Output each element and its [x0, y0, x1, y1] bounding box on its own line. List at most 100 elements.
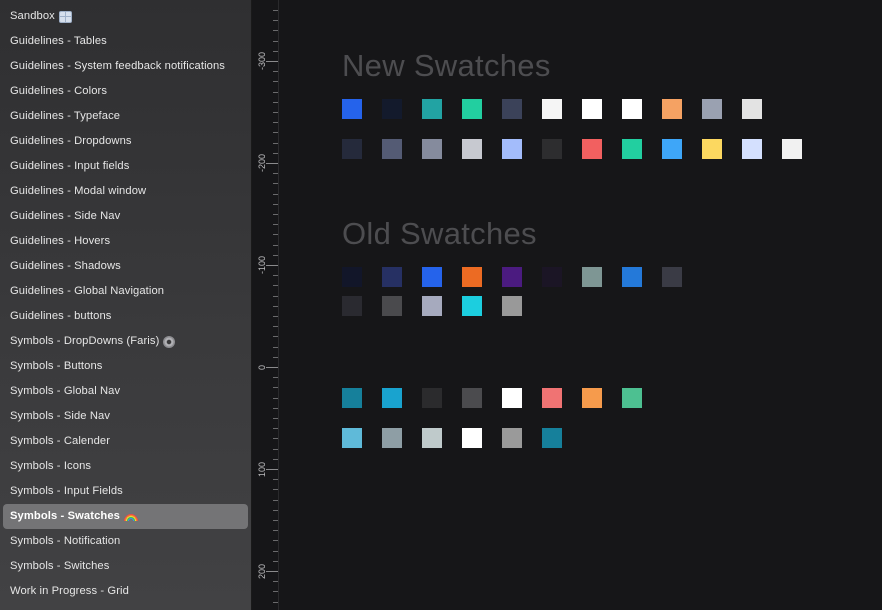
page-item[interactable]: Guidelines - Colors: [3, 79, 248, 104]
extra-swatch[interactable]: [342, 428, 362, 448]
page-item[interactable]: Guidelines - Hovers: [3, 229, 248, 254]
ruler-tick: [273, 20, 278, 22]
new-swatch[interactable]: [622, 139, 642, 159]
page-item[interactable]: Symbols - DropDowns (Faris): [3, 329, 248, 354]
old-swatch[interactable]: [342, 267, 362, 287]
extra-swatch[interactable]: [622, 388, 642, 408]
ruler-tick: [273, 581, 278, 583]
page-item[interactable]: Symbols - Switches: [3, 554, 248, 579]
old-swatches-row-2: [342, 296, 522, 316]
page-item[interactable]: Guidelines - Side Nav: [3, 204, 248, 229]
page-item[interactable]: Symbols - Input Fields: [3, 479, 248, 504]
page-item[interactable]: Guidelines - Typeface: [3, 104, 248, 129]
page-item[interactable]: Symbols - Swatches: [3, 504, 248, 529]
extra-swatch[interactable]: [422, 428, 442, 448]
page-item[interactable]: Symbols - Notification: [3, 529, 248, 554]
new-swatch[interactable]: [742, 139, 762, 159]
new-swatch[interactable]: [342, 139, 362, 159]
old-swatch[interactable]: [462, 267, 482, 287]
page-item[interactable]: Guidelines - Tables: [3, 29, 248, 54]
new-swatch[interactable]: [622, 99, 642, 119]
new-swatch[interactable]: [342, 99, 362, 119]
ruler-label: -200: [257, 153, 267, 172]
new-swatch[interactable]: [462, 139, 482, 159]
old-swatch[interactable]: [622, 267, 642, 287]
new-swatch[interactable]: [782, 139, 802, 159]
old-swatch[interactable]: [382, 267, 402, 287]
old-swatch[interactable]: [502, 267, 522, 287]
extra-swatch[interactable]: [542, 388, 562, 408]
old-swatch[interactable]: [342, 296, 362, 316]
page-item[interactable]: Guidelines - Global Navigation: [3, 279, 248, 304]
pages-sidebar: Sandbox Guidelines - Tables Guidelines - S…: [0, 0, 252, 610]
page-item-label: Symbols - Calender: [10, 435, 111, 447]
extra-swatch[interactable]: [462, 428, 482, 448]
extra-swatch[interactable]: [422, 388, 442, 408]
old-swatch[interactable]: [382, 296, 402, 316]
extra-swatch[interactable]: [582, 388, 602, 408]
extra-swatch[interactable]: [382, 428, 402, 448]
new-swatch[interactable]: [702, 99, 722, 119]
page-item[interactable]: Symbols - Global Nav: [3, 379, 248, 404]
ruler-tick: [273, 254, 278, 256]
extra-swatch[interactable]: [502, 428, 522, 448]
artboard-canvas[interactable]: New Swatches Old Swatches: [280, 0, 882, 610]
ruler-tick: [273, 305, 278, 307]
ruler-label: -100: [257, 255, 267, 274]
new-swatch[interactable]: [582, 99, 602, 119]
page-item[interactable]: Symbols - Buttons: [3, 354, 248, 379]
new-swatch[interactable]: [582, 139, 602, 159]
page-item[interactable]: Symbols - Side Nav: [3, 404, 248, 429]
old-swatch[interactable]: [422, 267, 442, 287]
ruler-tick: [266, 571, 278, 572]
page-item[interactable]: Guidelines - Input fields: [3, 154, 248, 179]
page-item-label: Work in Progress - Grid: [10, 585, 129, 597]
new-swatch[interactable]: [542, 139, 562, 159]
ruler-tick: [273, 50, 278, 52]
ruler-tick: [273, 489, 278, 491]
extra-swatches-row-2: [342, 428, 562, 448]
new-swatch[interactable]: [422, 99, 442, 119]
old-swatch[interactable]: [582, 267, 602, 287]
new-swatch[interactable]: [462, 99, 482, 119]
ruler-tick: [273, 193, 278, 195]
extra-swatch[interactable]: [382, 388, 402, 408]
new-swatch[interactable]: [382, 139, 402, 159]
old-swatch[interactable]: [422, 296, 442, 316]
page-item[interactable]: Work in Progress - Grid: [3, 579, 248, 604]
new-swatch[interactable]: [662, 99, 682, 119]
vertical-ruler[interactable]: -300 -200 -100 0 100 200: [252, 0, 279, 610]
ruler-tick: [273, 479, 278, 481]
new-swatch[interactable]: [502, 139, 522, 159]
new-swatch[interactable]: [542, 99, 562, 119]
new-swatch[interactable]: [382, 99, 402, 119]
old-swatch[interactable]: [462, 296, 482, 316]
page-item-label: Guidelines - Input fields: [10, 160, 130, 172]
page-item[interactable]: Guidelines - Shadows: [3, 254, 248, 279]
page-item-label: Symbols - Global Nav: [10, 385, 121, 397]
old-swatch[interactable]: [542, 267, 562, 287]
page-item-label: Symbols - Swatches: [10, 510, 120, 522]
ruler-tick: [273, 499, 278, 501]
page-item[interactable]: Guidelines - Dropdowns: [3, 129, 248, 154]
new-swatch[interactable]: [702, 139, 722, 159]
page-item[interactable]: Symbols - Calender: [3, 429, 248, 454]
new-swatch[interactable]: [422, 139, 442, 159]
page-item[interactable]: Symbols - Icons: [3, 454, 248, 479]
old-swatch[interactable]: [502, 296, 522, 316]
ruler-tick: [273, 91, 278, 93]
page-item[interactable]: Guidelines - System feedback notificatio…: [3, 54, 248, 79]
extra-swatch[interactable]: [542, 428, 562, 448]
extra-swatch[interactable]: [502, 388, 522, 408]
extra-swatch[interactable]: [462, 388, 482, 408]
new-swatch[interactable]: [742, 99, 762, 119]
page-item[interactable]: Sandbox: [3, 4, 248, 29]
new-swatch[interactable]: [502, 99, 522, 119]
new-swatches-row-1: [342, 99, 762, 119]
page-item[interactable]: Guidelines - Modal window: [3, 179, 248, 204]
ruler-tick: [273, 377, 278, 379]
extra-swatch[interactable]: [342, 388, 362, 408]
page-item[interactable]: Guidelines - buttons: [3, 304, 248, 329]
new-swatch[interactable]: [662, 139, 682, 159]
old-swatch[interactable]: [662, 267, 682, 287]
